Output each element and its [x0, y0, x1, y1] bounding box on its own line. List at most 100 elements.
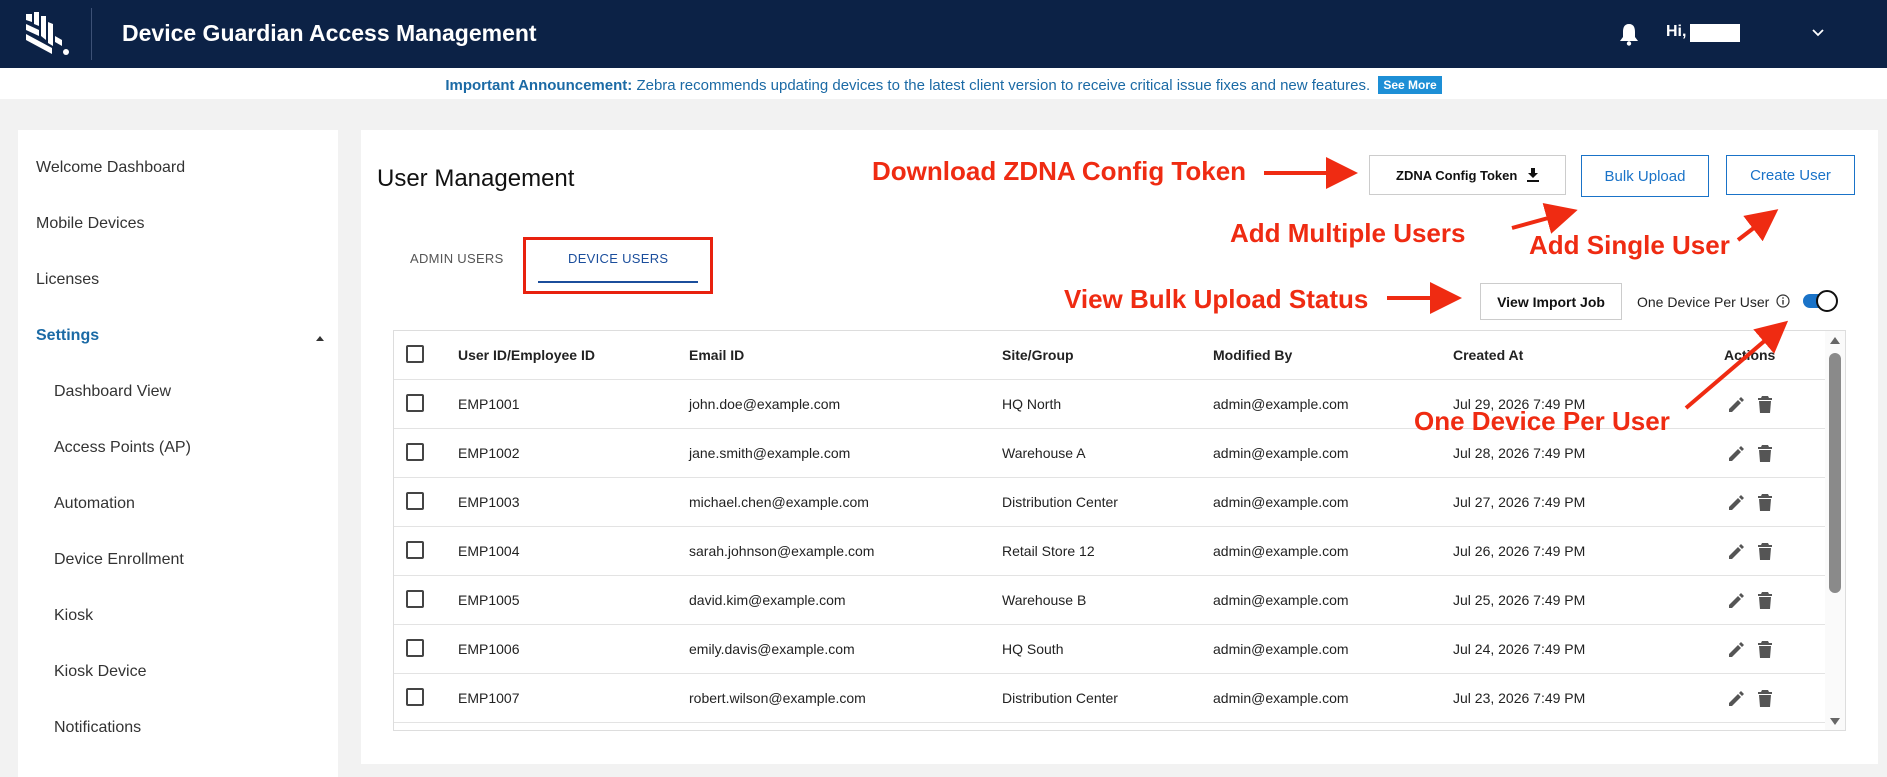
cell-site-group: Retail Store 12 — [1002, 543, 1095, 559]
sidebar-item-notifications[interactable]: Notifications — [54, 719, 141, 737]
create-user-button[interactable]: Create User — [1726, 155, 1855, 195]
delete-icon[interactable] — [1756, 688, 1774, 708]
see-more-button[interactable]: See More — [1378, 76, 1442, 94]
column-header-actions: Actions — [1724, 347, 1776, 363]
zebra-logo-icon[interactable] — [22, 10, 74, 58]
tab-admin-users[interactable]: ADMIN USERS — [410, 251, 504, 266]
annotation-view-bulk-upload-status: View Bulk Upload Status — [1064, 284, 1369, 314]
cell-user-id: EMP1004 — [458, 543, 520, 559]
cell-email: emily.davis@example.com — [689, 641, 855, 657]
column-header-user-id[interactable]: User ID/Employee ID — [458, 347, 595, 363]
row-checkbox[interactable] — [406, 688, 424, 706]
tab-highlight-box — [523, 237, 713, 294]
top-header: Device Guardian Access Management Hi, — [0, 0, 1887, 68]
chevron-down-icon[interactable] — [1810, 24, 1826, 40]
sidebar-item-access-points[interactable]: Access Points (AP) — [54, 439, 191, 457]
bell-icon[interactable] — [1618, 22, 1640, 46]
user-greeting: Hi, — [1666, 23, 1687, 40]
sidebar-item-licenses[interactable]: Licenses — [36, 271, 99, 289]
cell-site-group: HQ South — [1002, 641, 1064, 657]
cell-user-id: EMP1007 — [458, 690, 520, 706]
sidebar-item-kiosk-device[interactable]: Kiosk Device — [54, 663, 146, 681]
edit-icon[interactable] — [1727, 688, 1745, 708]
cell-email: robert.wilson@example.com — [689, 690, 866, 706]
delete-icon[interactable] — [1756, 590, 1774, 610]
app-title: Device Guardian Access Management — [122, 20, 537, 46]
cell-email: jane.smith@example.com — [689, 445, 851, 461]
cell-user-id: EMP1005 — [458, 592, 520, 608]
edit-icon[interactable] — [1727, 590, 1745, 610]
cell-modified-by: admin@example.com — [1213, 494, 1349, 510]
delete-icon[interactable] — [1756, 639, 1774, 659]
delete-icon[interactable] — [1756, 394, 1774, 414]
info-icon[interactable] — [1776, 294, 1790, 308]
sidebar-item-mobile-devices[interactable]: Mobile Devices — [36, 215, 144, 233]
sidebar-item-device-enrollment[interactable]: Device Enrollment — [54, 551, 184, 569]
one-device-per-user-toggle[interactable] — [1803, 289, 1839, 313]
edit-icon[interactable] — [1727, 541, 1745, 561]
cell-site-group: Distribution Center — [1002, 690, 1118, 706]
cell-site-group: Warehouse B — [1002, 592, 1087, 608]
caret-up-icon[interactable] — [316, 336, 324, 341]
delete-icon[interactable] — [1756, 541, 1774, 561]
table-scrollbar[interactable] — [1825, 331, 1845, 730]
cell-modified-by: admin@example.com — [1213, 592, 1349, 608]
zdna-config-token-button[interactable]: ZDNA Config Token — [1369, 155, 1566, 195]
cell-modified-by: admin@example.com — [1213, 690, 1349, 706]
scroll-down-arrow-icon[interactable] — [1830, 718, 1840, 725]
cell-created-at: Jul 26, 2026 7:49 PM — [1453, 543, 1586, 559]
annotation-one-device-per-user: One Device Per User — [1414, 406, 1670, 436]
table-row[interactable]: EMP1007 robert.wilson@example.com Distri… — [394, 674, 1826, 723]
main-panel: User Management ZDNA Config Token Bulk U… — [361, 130, 1878, 764]
edit-icon[interactable] — [1727, 443, 1745, 463]
row-checkbox[interactable] — [406, 639, 424, 657]
zdna-config-token-label: ZDNA Config Token — [1396, 168, 1518, 183]
delete-icon[interactable] — [1756, 443, 1774, 463]
table-row[interactable]: EMP1005 david.kim@example.com Warehouse … — [394, 576, 1826, 625]
cell-modified-by: admin@example.com — [1213, 543, 1349, 559]
download-icon — [1526, 168, 1539, 182]
page-title: User Management — [377, 165, 575, 192]
sidebar-item-dashboard-view[interactable]: Dashboard View — [54, 383, 171, 401]
announcement-text: Zebra recommends updating devices to the… — [636, 77, 1371, 94]
cell-email: sarah.johnson@example.com — [689, 543, 875, 559]
cell-created-at: Jul 24, 2026 7:49 PM — [1453, 641, 1586, 657]
device-users-table: User ID/Employee ID Email ID Site/Group … — [393, 330, 1846, 731]
annotation-download-token: Download ZDNA Config Token — [872, 156, 1247, 186]
select-all-checkbox[interactable] — [406, 345, 424, 363]
scrollbar-thumb[interactable] — [1829, 353, 1841, 593]
delete-icon[interactable] — [1756, 492, 1774, 512]
table-header-row: User ID/Employee ID Email ID Site/Group … — [394, 331, 1826, 380]
row-checkbox[interactable] — [406, 590, 424, 608]
column-header-created-at[interactable]: Created At — [1453, 347, 1523, 363]
table-row[interactable]: EMP1004 sarah.johnson@example.com Retail… — [394, 527, 1826, 576]
scroll-up-arrow-icon[interactable] — [1830, 337, 1840, 344]
edit-icon[interactable] — [1727, 639, 1745, 659]
bulk-upload-button[interactable]: Bulk Upload — [1581, 155, 1709, 197]
edit-icon[interactable] — [1727, 492, 1745, 512]
row-checkbox[interactable] — [406, 443, 424, 461]
sidebar-item-settings[interactable]: Settings — [36, 327, 99, 345]
toggle-knob — [1816, 290, 1838, 312]
edit-icon[interactable] — [1727, 394, 1745, 414]
row-checkbox[interactable] — [406, 541, 424, 559]
cell-created-at: Jul 25, 2026 7:49 PM — [1453, 592, 1586, 608]
one-device-per-user-label: One Device Per User — [1637, 294, 1770, 310]
sidebar-item-kiosk[interactable]: Kiosk — [54, 607, 93, 625]
cell-email: john.doe@example.com — [689, 396, 841, 412]
row-checkbox[interactable] — [406, 492, 424, 510]
column-header-email[interactable]: Email ID — [689, 347, 744, 363]
cell-user-id: EMP1006 — [458, 641, 520, 657]
cell-site-group: HQ North — [1002, 396, 1062, 412]
table-row[interactable]: EMP1003 michael.chen@example.com Distrib… — [394, 478, 1826, 527]
row-checkbox[interactable] — [406, 394, 424, 412]
view-import-job-button[interactable]: View Import Job — [1480, 283, 1622, 320]
cell-site-group: Distribution Center — [1002, 494, 1118, 510]
cell-created-at: Jul 23, 2026 7:49 PM — [1453, 690, 1586, 706]
cell-site-group: Warehouse A — [1002, 445, 1086, 461]
sidebar-item-welcome-dashboard[interactable]: Welcome Dashboard — [36, 159, 185, 177]
table-row[interactable]: EMP1006 emily.davis@example.com HQ South… — [394, 625, 1826, 674]
column-header-site-group[interactable]: Site/Group — [1002, 347, 1074, 363]
column-header-modified-by[interactable]: Modified By — [1213, 347, 1292, 363]
sidebar-item-automation[interactable]: Automation — [54, 495, 135, 513]
